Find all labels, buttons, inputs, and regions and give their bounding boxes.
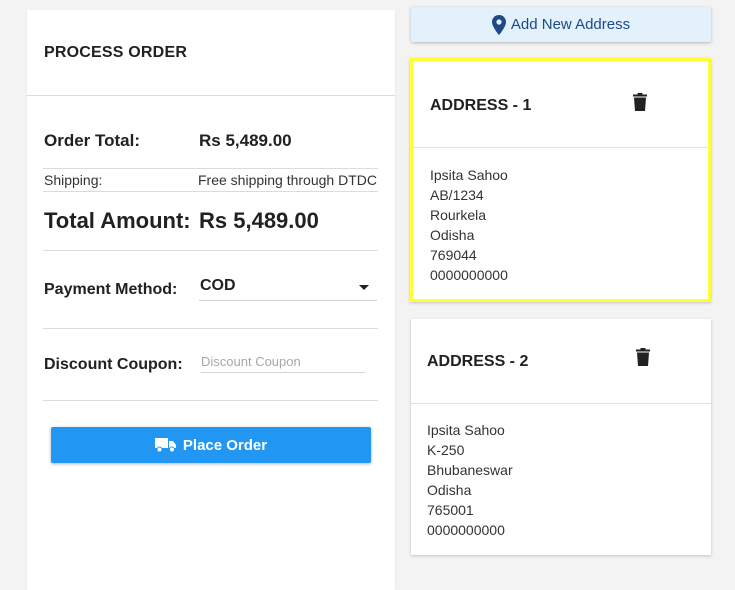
address-details: Ipsita Sahoo AB/1234 Rourkela Odisha 769… <box>430 165 508 285</box>
place-order-button[interactable]: Place Order <box>51 427 371 463</box>
address-card-2[interactable]: ADDRESS - 2 Ipsita Sahoo K-250 Bhubanesw… <box>411 319 711 555</box>
total-amount-value: Rs 5,489.00 <box>199 208 319 233</box>
shipping-label: Shipping: <box>44 172 103 188</box>
divider <box>43 191 378 192</box>
address-line: K-250 <box>427 442 465 458</box>
address-details: Ipsita Sahoo K-250 Bhubaneswar Odisha 76… <box>427 420 513 540</box>
panel-title: PROCESS ORDER <box>44 44 188 61</box>
address-city: Bhubaneswar <box>427 462 513 478</box>
payment-method-value: COD <box>200 277 236 294</box>
card-divider <box>413 147 708 148</box>
discount-coupon-label: Discount Coupon: <box>44 356 183 373</box>
place-order-label: Place Order <box>182 436 268 454</box>
address-name: Ipsita Sahoo <box>430 167 508 183</box>
divider <box>43 328 378 329</box>
payment-method-select[interactable]: COD <box>199 276 377 301</box>
address-title: ADDRESS - 1 <box>430 97 532 114</box>
address-phone: 0000000000 <box>427 522 505 538</box>
card-divider <box>411 403 711 404</box>
divider <box>43 250 378 251</box>
trash-icon[interactable] <box>636 348 650 366</box>
address-title: ADDRESS - 2 <box>427 353 529 370</box>
address-phone: 0000000000 <box>430 267 508 283</box>
order-total-value: Rs 5,489.00 <box>199 131 292 150</box>
divider <box>43 168 378 169</box>
address-pin: 769044 <box>430 247 477 263</box>
divider <box>27 95 395 96</box>
add-new-address-button[interactable]: Add New Address <box>411 7 711 42</box>
address-pin: 765001 <box>427 502 474 518</box>
address-city: Rourkela <box>430 207 487 223</box>
address-line: AB/1234 <box>430 187 484 203</box>
discount-coupon-input[interactable] <box>201 350 365 373</box>
total-amount-label: Total Amount: <box>44 208 191 233</box>
address-state: Odisha <box>430 227 475 243</box>
payment-method-label: Payment Method: <box>44 281 178 298</box>
address-card-1[interactable]: ADDRESS - 1 Ipsita Sahoo AB/1234 Rourkel… <box>410 58 711 302</box>
address-name: Ipsita Sahoo <box>427 422 505 438</box>
map-pin-icon <box>491 14 506 35</box>
process-order-panel: PROCESS ORDER Order Total: Rs 5,489.00 S… <box>27 10 395 590</box>
trash-icon[interactable] <box>633 93 647 111</box>
address-state: Odisha <box>427 482 472 498</box>
divider <box>43 400 378 401</box>
add-new-address-label: Add New Address <box>510 16 631 33</box>
order-total-label: Order Total: <box>44 131 141 150</box>
truck-icon <box>154 438 176 453</box>
caret-down-icon <box>359 285 369 290</box>
shipping-value: Free shipping through DTDC <box>198 172 377 188</box>
